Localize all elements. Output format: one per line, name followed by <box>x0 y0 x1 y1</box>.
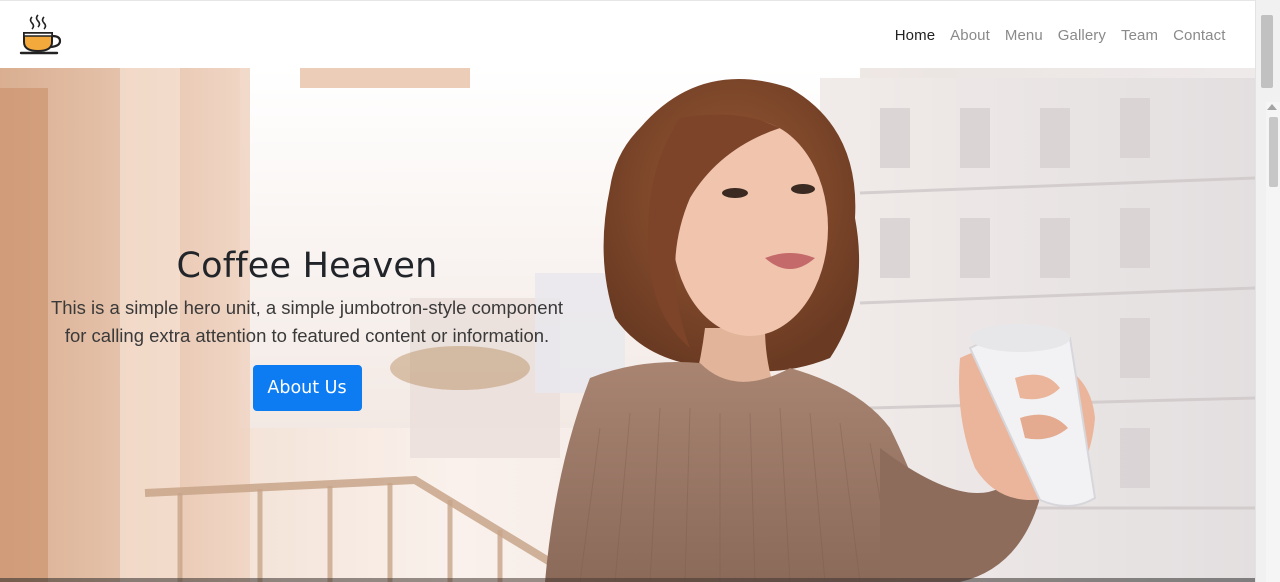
nav-home[interactable]: Home <box>887 27 942 44</box>
brand-logo[interactable] <box>18 13 64 57</box>
nav-menu[interactable]: Menu <box>997 27 1050 44</box>
page-bottom-edge <box>0 578 1255 582</box>
navbar: Home About Menu Gallery Team Contact <box>0 0 1255 68</box>
page-scrollbar-thumb[interactable] <box>1261 15 1273 88</box>
nav-contact[interactable]: Contact <box>1166 27 1233 44</box>
nav-team[interactable]: Team <box>1114 27 1166 44</box>
frame-scrollbar-thumb[interactable] <box>1269 117 1278 187</box>
coffee-cup-icon <box>19 14 62 55</box>
nav-about[interactable]: About <box>943 27 998 44</box>
about-us-button[interactable]: About Us <box>252 365 362 411</box>
nav-links: Home About Menu Gallery Team Contact <box>887 1 1233 69</box>
nav-gallery[interactable]: Gallery <box>1050 27 1113 44</box>
hero-title: Coffee Heaven <box>176 246 438 286</box>
hero-content: Coffee Heaven This is a simple hero unit… <box>40 240 574 411</box>
hero-lead: This is a simple hero unit, a simple jum… <box>50 297 564 346</box>
hero-section: Coffee Heaven This is a simple hero unit… <box>0 68 1255 582</box>
scroll-up-arrow-icon[interactable] <box>1267 104 1277 110</box>
